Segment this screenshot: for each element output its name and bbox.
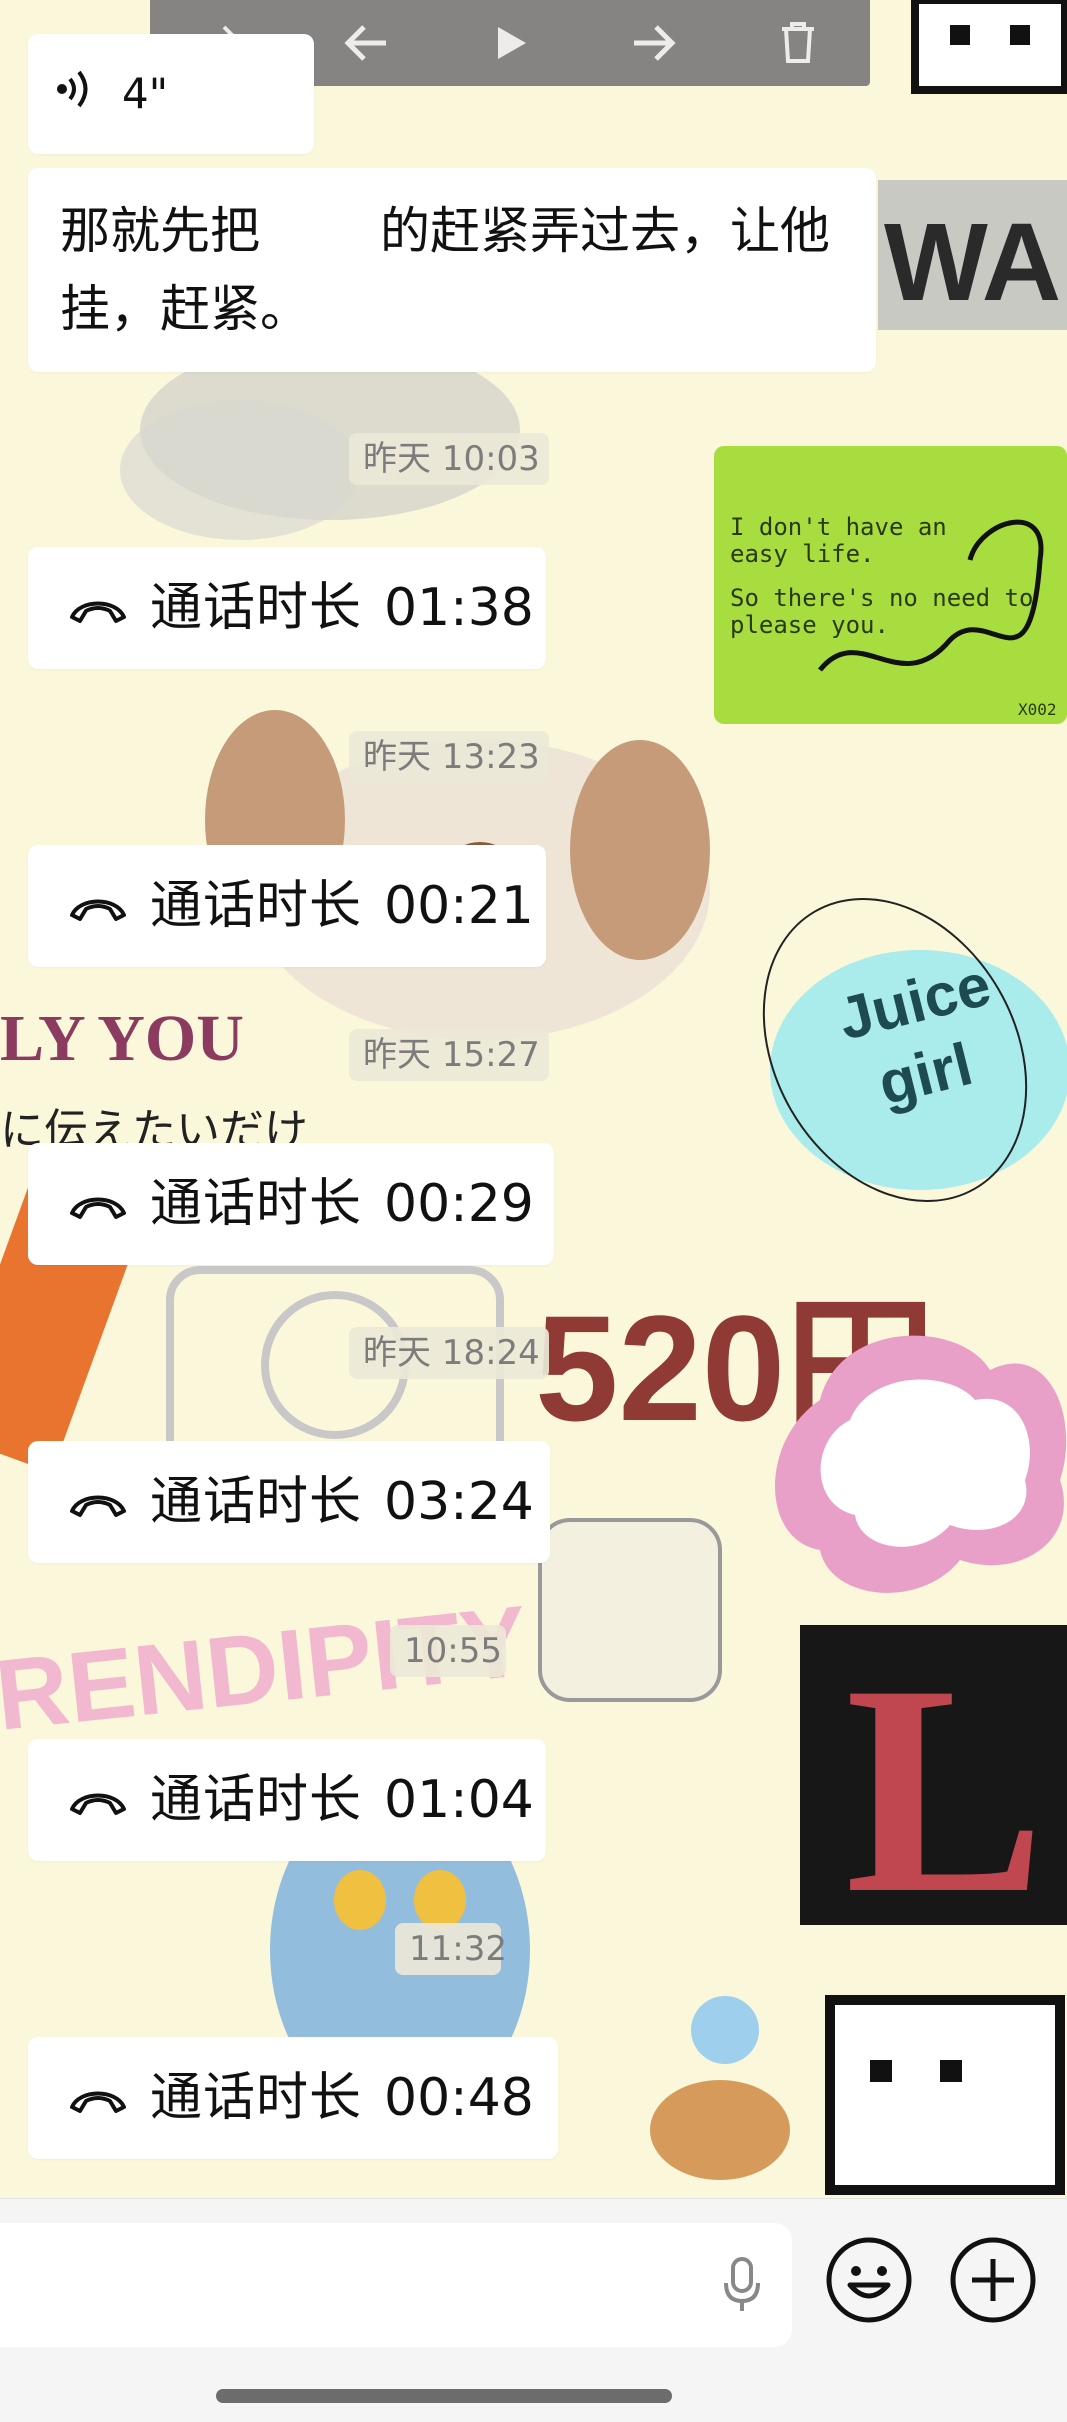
sticker-line-1: I don't have an (730, 513, 947, 541)
call-label: 通话时长 (150, 578, 363, 638)
call-duration: 00:29 (384, 1174, 534, 1234)
phone-hangup-icon (68, 1166, 128, 1242)
timestamp: 11:32 (395, 1923, 507, 1975)
call-label: 通话时长 (150, 1174, 363, 1234)
call-duration: 00:48 (384, 2068, 534, 2128)
trash-icon[interactable] (768, 18, 828, 68)
phone-hangup-icon (68, 868, 128, 944)
call-label: 通话时长 (150, 1770, 363, 1830)
back-arrow-icon[interactable] (336, 18, 396, 68)
voice-message-bubble[interactable]: 4" (28, 34, 314, 154)
call-duration: 01:38 (384, 578, 534, 638)
timestamp: 10:55 (390, 1625, 506, 1677)
play-icon[interactable] (480, 18, 540, 68)
chat-input-bar (0, 2198, 1067, 2422)
call-record-bubble[interactable]: 通话时长 01:04 (28, 1739, 546, 1861)
phone-hangup-icon (68, 1464, 128, 1540)
sticker-line-4: please you. (730, 611, 889, 639)
big-letter: L (845, 1623, 1045, 1955)
phone-hangup-icon (68, 2060, 128, 2136)
call-record-bubble[interactable]: 通话时长 00:48 (28, 2037, 558, 2159)
call-record-bubble[interactable]: 通话时长 03:24 (28, 1441, 550, 1563)
timestamp: 昨天 15:27 (349, 1029, 549, 1081)
mic-icon[interactable] (722, 2257, 762, 2313)
message-text-part-1: 那就先把 (60, 202, 260, 260)
call-duration: 03:24 (384, 1472, 534, 1532)
only-you-text: LY YOU (0, 1002, 244, 1075)
call-label: 通话时长 (150, 2068, 363, 2128)
sticker-code: X002 (1018, 700, 1057, 719)
voice-duration: 4" (122, 69, 169, 118)
timestamp: 昨天 13:23 (349, 731, 549, 783)
message-input[interactable] (0, 2223, 792, 2347)
message-text-line-2: 挂，赶紧。 (60, 280, 310, 338)
wallpaper-wait-text: WAIT, (884, 201, 1067, 324)
call-duration: 01:04 (384, 1770, 534, 1830)
home-indicator[interactable] (216, 2389, 672, 2403)
timestamp: 昨天 18:24 (349, 1327, 549, 1379)
forward-arrow-icon[interactable] (624, 18, 684, 68)
call-record-bubble[interactable]: 通话时长 01:38 (28, 547, 546, 669)
call-record-bubble[interactable]: 通话时长 00:21 (28, 845, 546, 967)
sticker-line-2: easy life. (730, 540, 875, 568)
phone-hangup-icon (68, 570, 128, 646)
phone-hangup-icon (68, 1762, 128, 1838)
voice-wave-icon (54, 56, 94, 132)
timestamp: 昨天 10:03 (349, 433, 549, 485)
message-text-part-2: 的赶紧弄过去，让他 (380, 202, 830, 260)
plus-icon[interactable] (948, 2235, 1038, 2325)
redacted-region (260, 212, 380, 257)
text-message-bubble[interactable]: 那就先把 的赶紧弄过去，让他 挂，赶紧。 (28, 168, 876, 372)
sticker-line-3: So there's no need to (730, 584, 1033, 612)
call-label: 通话时长 (150, 1472, 363, 1532)
call-duration: 00:21 (384, 876, 534, 936)
emoji-icon[interactable] (824, 2235, 914, 2325)
call-record-bubble[interactable]: 通话时长 00:29 (28, 1143, 554, 1265)
call-label: 通话时长 (150, 876, 363, 936)
